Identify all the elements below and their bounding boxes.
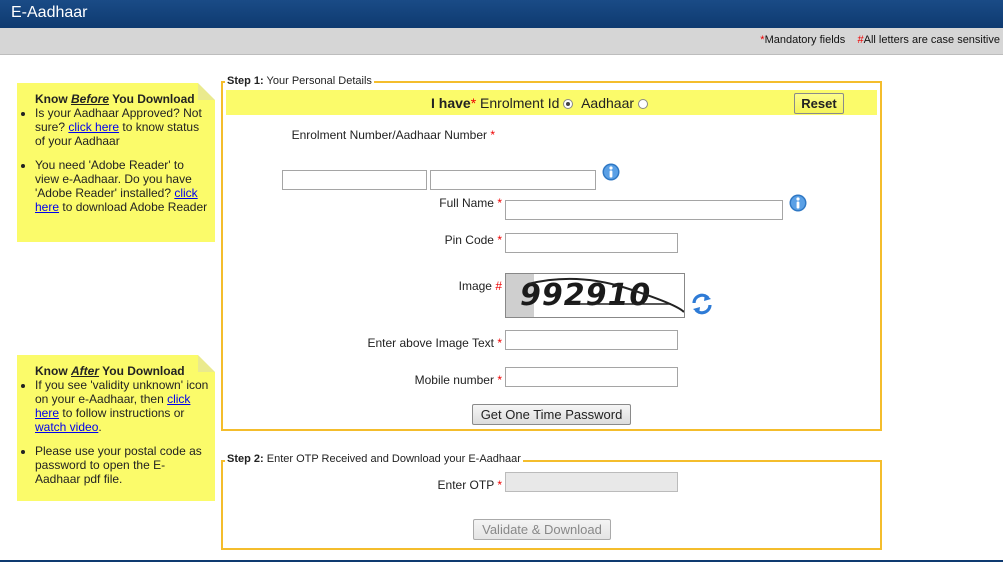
full-name-input[interactable] <box>505 200 783 220</box>
image-label: Image # <box>458 279 502 293</box>
info-bar: *Mandatory fields #All letters are case … <box>0 28 1003 55</box>
list-item: You need 'Adobe Reader' to view e-Aadhaa… <box>35 158 209 214</box>
title-bar: E-Aadhaar <box>0 0 1003 28</box>
enrolment-number-field-2[interactable] <box>430 170 596 190</box>
aadhaar-radio[interactable] <box>637 99 648 109</box>
list-item: If you see 'validity unknown' icon on yo… <box>35 378 209 434</box>
captcha-image: 992910 <box>505 273 685 318</box>
note-before-download: Know Before You Download Is your Aadhaar… <box>17 83 215 242</box>
pin-code-input[interactable] <box>505 233 678 253</box>
mobile-label: Mobile number * <box>414 373 502 387</box>
info-icon[interactable] <box>602 163 620 181</box>
id-type-selector: I have* Enrolment Id Aadhaar <box>431 95 648 111</box>
refresh-icon[interactable] <box>690 292 714 316</box>
note-after-download: Know After You Download If you see 'vali… <box>17 355 215 501</box>
info-icon[interactable] <box>789 194 807 212</box>
enrolment-number-label: Enrolment Number/Aadhaar Number * <box>291 128 495 142</box>
watch-video-link[interactable]: watch video <box>35 420 98 434</box>
get-otp-button[interactable]: Get One Time Password <box>472 404 631 425</box>
enrolment-radio[interactable] <box>563 99 574 109</box>
image-text-label: Enter above Image Text * <box>367 336 502 350</box>
otp-label: Enter OTP * <box>437 478 502 492</box>
full-name-label: Full Name * <box>439 196 502 210</box>
list-item: Is your Aadhaar Approved? Not sure? clic… <box>35 106 209 148</box>
image-text-input[interactable] <box>505 330 678 350</box>
list-item: Please use your postal code as password … <box>35 444 209 486</box>
pin-code-label: Pin Code * <box>444 233 502 247</box>
step2-legend: Step 2: Enter OTP Received and Download … <box>225 453 523 465</box>
enrolment-number-field-1[interactable] <box>282 170 427 190</box>
reset-button[interactable]: Reset <box>794 93 844 114</box>
validate-download-button[interactable]: Validate & Download <box>473 519 611 540</box>
otp-input[interactable] <box>505 472 678 492</box>
step1-legend: Step 1: Your Personal Details <box>225 75 374 87</box>
app-title: E-Aadhaar <box>11 4 88 21</box>
note-before-heading: Know Before You Download <box>35 92 195 106</box>
note-after-heading: Know After You Download <box>35 364 185 378</box>
mobile-input[interactable] <box>505 367 678 387</box>
field-notes: *Mandatory fields #All letters are case … <box>760 34 1000 46</box>
status-link[interactable]: click here <box>68 120 119 134</box>
